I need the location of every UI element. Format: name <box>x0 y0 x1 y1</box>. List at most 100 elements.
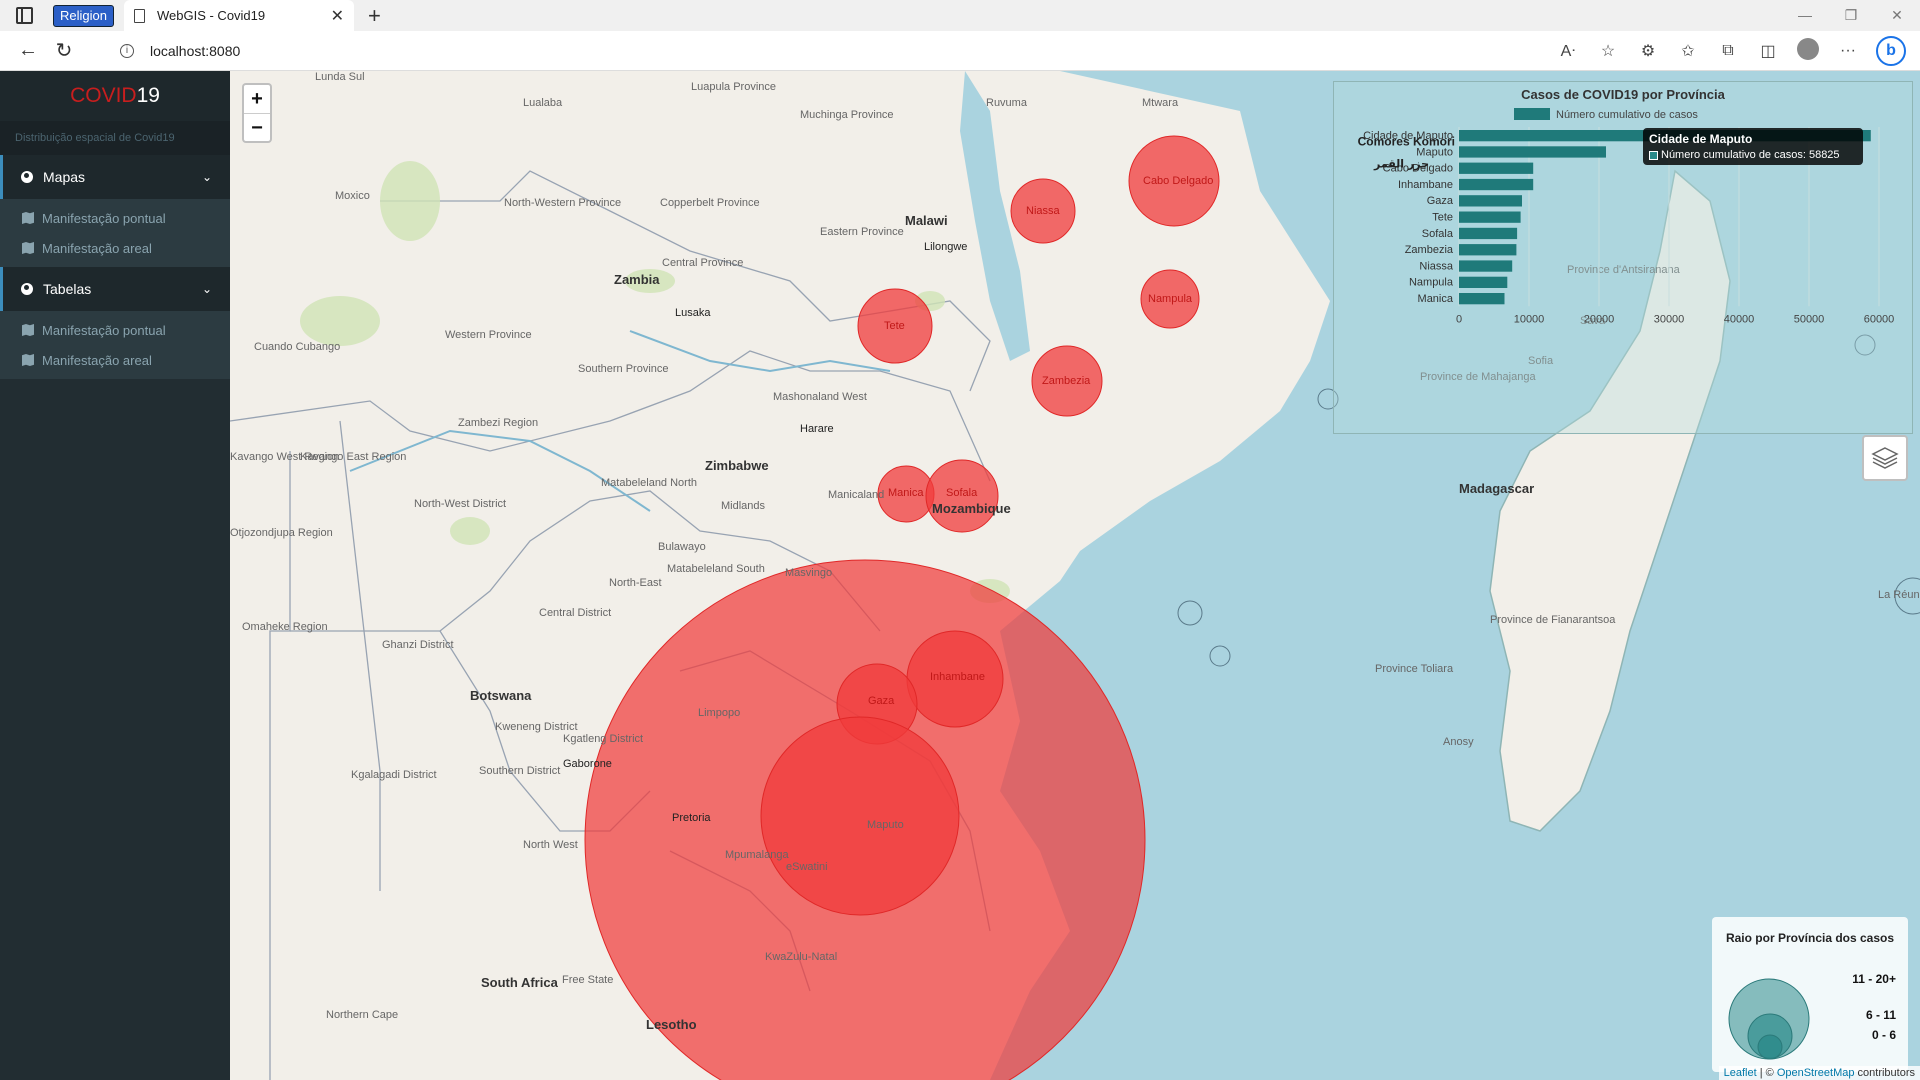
tooltip-swatch <box>1649 150 1658 160</box>
chart-bar[interactable] <box>1459 178 1534 191</box>
map-label: Otjozondjupa Region <box>230 527 333 539</box>
map-label: Cuando Cubango <box>254 341 341 353</box>
chart-bar[interactable] <box>1459 227 1518 240</box>
chart-category-label: Zambezia <box>1405 244 1454 256</box>
osm-link[interactable]: OpenStreetMap <box>1777 1067 1855 1079</box>
brand-white: 19 <box>136 84 160 107</box>
map-label: Zambezi Region <box>458 417 539 429</box>
map-container[interactable]: Lunda Sul Luapula Province Muchinga Prov… <box>230 71 1920 1080</box>
performance-icon[interactable]: ◫ <box>1748 41 1788 61</box>
chart-category-label: Nampula <box>1409 277 1454 289</box>
map-icon <box>22 212 34 224</box>
chart-bar[interactable] <box>1459 276 1508 288</box>
menu-item-mapas-areal[interactable]: Manifestação areal <box>0 233 230 263</box>
map-label: Lusaka <box>675 307 711 319</box>
chart-category-label: Manica <box>1418 293 1454 305</box>
map-label: Mozambique <box>932 501 1011 516</box>
chevron-down-icon[interactable]: ⌄ <box>202 170 212 184</box>
map-label: Western Province <box>445 329 532 341</box>
map-label: Limpopo <box>698 707 741 719</box>
chart-tick-label: 60000 <box>1864 313 1895 325</box>
chart-tick-label: 0 <box>1456 313 1462 325</box>
menu-section-label: Tabelas <box>43 281 92 297</box>
restore-button[interactable]: ❐ <box>1828 0 1874 31</box>
map-label: South Africa <box>481 975 558 990</box>
back-icon[interactable]: ← <box>10 39 46 62</box>
tab-title: WebGIS - Covid19 <box>156 8 266 23</box>
chart-legend-label: Número cumulativo de casos <box>1556 109 1698 121</box>
bing-icon[interactable]: b <box>1876 36 1906 66</box>
map-label: Mpumalanga <box>725 849 789 861</box>
chevron-down-icon[interactable]: ⌄ <box>202 282 212 296</box>
site-info-icon[interactable]: i <box>120 44 134 58</box>
map-label: Mtwara <box>1142 97 1179 109</box>
read-aloud-icon[interactable]: Aᐧ <box>1548 41 1588 61</box>
favorite-add-icon[interactable]: ☆ <box>1588 41 1628 61</box>
menu-item-tabelas-areal[interactable]: Manifestação areal <box>0 345 230 375</box>
close-window-button[interactable]: ✕ <box>1874 0 1920 31</box>
map-label: Lualaba <box>523 97 563 109</box>
chart-tick-label: 10000 <box>1514 313 1545 325</box>
zoom-in-button[interactable]: + <box>244 85 270 113</box>
bubble-label: Tete <box>884 320 905 332</box>
chart-overlay-label: جزر القمر <box>1373 158 1429 171</box>
address-bar[interactable]: i localhost:8080 <box>110 35 1550 67</box>
chart-bar[interactable] <box>1459 195 1522 207</box>
extensions-icon[interactable]: ⚙ <box>1628 41 1668 61</box>
layers-icon <box>1871 447 1899 469</box>
chart-bar[interactable] <box>1459 260 1513 272</box>
menu-item-tabelas-pontual[interactable]: Manifestação pontual <box>0 315 230 345</box>
radius-legend: Raio por Província dos casos 11 - 20+ 6 … <box>1712 917 1908 1072</box>
refresh-icon[interactable]: ↻ <box>46 38 82 63</box>
collections-icon[interactable]: ⧉ <box>1708 42 1748 60</box>
layers-control[interactable] <box>1862 435 1908 481</box>
map-label: Central District <box>539 607 612 619</box>
close-tab-icon[interactable]: ✕ <box>331 6 344 26</box>
bubble-label: Manica <box>888 487 924 499</box>
zoom-out-button[interactable]: − <box>244 113 270 141</box>
chart-bar[interactable] <box>1459 146 1606 158</box>
map-label: Manicaland <box>828 489 885 501</box>
menu-item-mapas-pontual[interactable]: Manifestação pontual <box>0 203 230 233</box>
brand-logo[interactable]: COVID19 <box>0 71 230 121</box>
profile-icon[interactable] <box>1788 37 1828 65</box>
browser-tab-bar: Religion WebGIS - Covid19 ✕ + — ❐ ✕ <box>0 0 1920 31</box>
map-label: Matabeleland South <box>667 563 765 575</box>
chart-bar[interactable] <box>1459 244 1517 256</box>
tab-group-chip[interactable]: Religion <box>53 4 114 27</box>
map-label: Kavango West Region <box>230 451 340 463</box>
map-label: Malawi <box>905 213 948 228</box>
chart-bar[interactable] <box>1459 162 1534 174</box>
map-attribution: Leaflet | © OpenStreetMap contributors <box>1718 1066 1920 1080</box>
legend-range: 11 - 20+ <box>1852 972 1896 986</box>
more-icon[interactable]: ··· <box>1828 42 1868 60</box>
menu-section-mapas[interactable]: Mapas ⌄ <box>0 155 230 199</box>
map-label: Kgalagadi District <box>351 769 437 781</box>
menu-sub-tabelas: Manifestação pontual Manifestação areal <box>0 311 230 379</box>
menu-section-tabelas[interactable]: Tabelas ⌄ <box>0 267 230 311</box>
menu-item-label: Manifestação pontual <box>42 322 166 338</box>
map-icon <box>22 242 34 254</box>
new-tab-icon[interactable]: + <box>368 4 381 26</box>
attribution-tail: contributors <box>1854 1067 1915 1079</box>
map-label: Botswana <box>470 688 532 703</box>
map-label: Masvingo <box>785 567 833 579</box>
map-label: Northern Cape <box>326 1009 399 1021</box>
browser-tab[interactable]: WebGIS - Covid19 ✕ <box>123 0 354 31</box>
chart-category-label: Inhambane <box>1398 179 1453 191</box>
chart-bar[interactable] <box>1459 293 1505 305</box>
leaflet-link[interactable]: Leaflet <box>1724 1067 1757 1079</box>
tab-actions-icon[interactable] <box>16 7 33 24</box>
bubble-label: Inhambane <box>930 671 986 683</box>
chart-bar[interactable] <box>1459 211 1521 223</box>
favorites-icon[interactable]: ✩ <box>1668 41 1708 61</box>
map-label: Luapula Province <box>691 81 777 93</box>
chart-category-label: Gaza <box>1427 195 1454 207</box>
address-bar-row: ← ↻ i localhost:8080 Aᐧ ☆ ⚙ ✩ ⧉ ◫ ··· b <box>0 31 1920 71</box>
bubble-label: Sofala <box>946 487 978 499</box>
chart-legend-swatch <box>1514 108 1550 120</box>
url-text[interactable]: localhost:8080 <box>150 43 240 59</box>
chart-category-label: Niassa <box>1419 260 1454 272</box>
map-label: Southern Province <box>578 363 669 375</box>
minimize-button[interactable]: — <box>1782 0 1828 31</box>
